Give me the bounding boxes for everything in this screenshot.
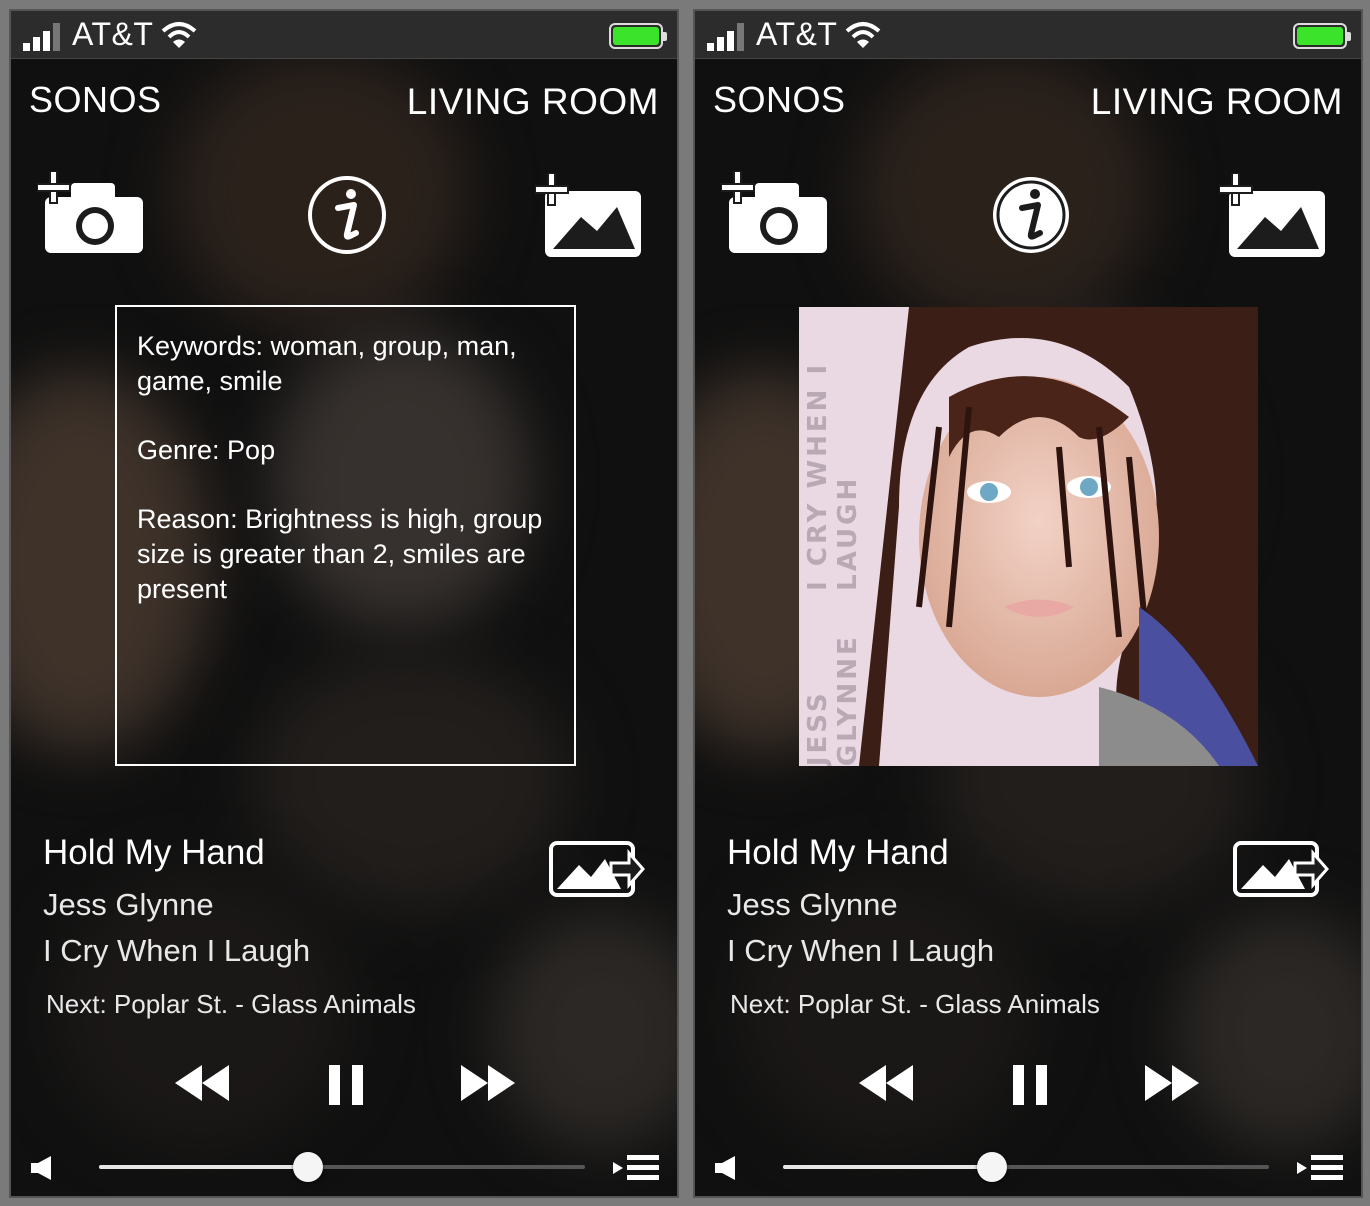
next-track: Next: Poplar St. - Glass Animals xyxy=(46,989,416,1019)
now-playing-info: Hold My Hand Jess Glynne I Cry When I La… xyxy=(727,833,994,969)
next-track: Next: Poplar St. - Glass Animals xyxy=(730,989,1100,1019)
add-photo-icon[interactable] xyxy=(535,173,647,259)
room-selector[interactable]: LIVING ROOM xyxy=(407,81,659,123)
volume-slider[interactable] xyxy=(783,1152,1269,1182)
volume-slider[interactable] xyxy=(99,1152,585,1182)
volume-slider-knob[interactable] xyxy=(976,1152,1007,1182)
album-spine-text: I CRY WHEN I LAUGH JESS GLYNNE xyxy=(803,307,863,766)
phone-screen-album: AT&T SONOS LIVING ROOM I CRY WHEN I LAUG… xyxy=(693,9,1363,1198)
song-title: Hold My Hand xyxy=(727,833,949,872)
genre-text: Genre: Pop xyxy=(137,435,276,465)
brand-title: SONOS xyxy=(713,79,846,120)
reason-text: Reason: Brightness is high, group size i… xyxy=(137,504,543,604)
queue-icon[interactable] xyxy=(613,1154,659,1182)
share-image-icon[interactable] xyxy=(549,841,645,897)
status-bar: AT&T xyxy=(695,11,1361,59)
queue-icon[interactable] xyxy=(1297,1154,1343,1182)
battery-icon xyxy=(1293,23,1351,49)
rewind-icon[interactable] xyxy=(857,1061,915,1105)
volume-slider-knob[interactable] xyxy=(292,1152,323,1182)
fast-forward-icon[interactable] xyxy=(459,1061,517,1105)
rewind-icon[interactable] xyxy=(173,1061,231,1105)
volume-bar xyxy=(695,1147,1361,1187)
signal-strength-icon xyxy=(23,19,60,51)
share-image-icon[interactable] xyxy=(1233,841,1329,897)
album-cover-portrait xyxy=(799,307,1258,766)
volume-slider-fill xyxy=(783,1165,992,1169)
info-icon[interactable] xyxy=(990,174,1072,256)
add-photo-icon[interactable] xyxy=(1219,173,1331,259)
room-selector[interactable]: LIVING ROOM xyxy=(1091,81,1343,123)
playback-controls xyxy=(11,1061,677,1111)
speaker-icon[interactable] xyxy=(29,1155,55,1181)
battery-icon xyxy=(609,23,667,49)
brand-title: SONOS xyxy=(29,79,162,120)
carrier-label: AT&T xyxy=(72,16,154,52)
pause-icon[interactable] xyxy=(327,1061,365,1109)
artist-name: Jess Glynne xyxy=(727,887,898,922)
artist-name: Jess Glynne xyxy=(43,887,214,922)
playback-controls xyxy=(695,1061,1361,1111)
now-playing-info: Hold My Hand Jess Glynne I Cry When I La… xyxy=(43,833,310,969)
volume-slider-fill xyxy=(99,1165,308,1169)
wifi-icon xyxy=(162,21,197,48)
add-camera-icon[interactable] xyxy=(37,171,145,255)
keywords-text: Keywords: woman, group, man, game, smile xyxy=(137,331,517,396)
album-art: I CRY WHEN I LAUGH JESS GLYNNE xyxy=(799,307,1258,766)
speaker-icon[interactable] xyxy=(713,1155,739,1181)
phone-screen-info: AT&T SONOS LIVING ROOM Keywords: woman, … xyxy=(9,9,679,1198)
wifi-icon xyxy=(846,21,881,48)
album-name: I Cry When I Laugh xyxy=(43,933,311,968)
album-spine-artist: JESS GLYNNE xyxy=(803,634,863,766)
photo-analysis-panel: Keywords: woman, group, man, game, smile… xyxy=(115,305,576,766)
song-title: Hold My Hand xyxy=(43,833,265,872)
status-bar: AT&T xyxy=(11,11,677,59)
info-icon[interactable] xyxy=(306,174,388,256)
signal-strength-icon xyxy=(707,19,744,51)
fast-forward-icon[interactable] xyxy=(1143,1061,1201,1105)
album-spine-title: I CRY WHEN I LAUGH xyxy=(803,361,863,591)
pause-icon[interactable] xyxy=(1011,1061,1049,1109)
volume-bar xyxy=(11,1147,677,1187)
add-camera-icon[interactable] xyxy=(721,171,829,255)
carrier-label: AT&T xyxy=(756,16,838,52)
album-name: I Cry When I Laugh xyxy=(727,933,995,968)
